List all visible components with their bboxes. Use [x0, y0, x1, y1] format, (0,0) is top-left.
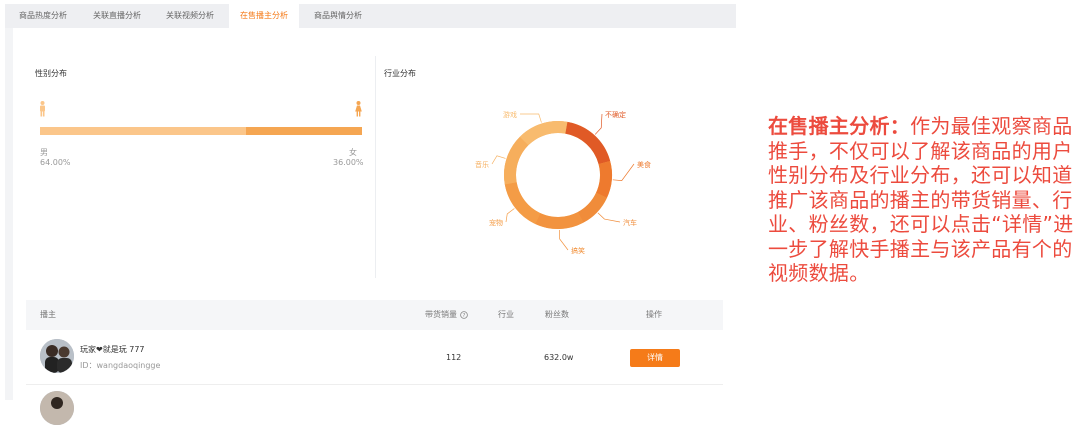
donut-slice [504, 136, 529, 185]
slice-label: 不确定 [605, 110, 626, 119]
svg-text:?: ? [463, 313, 466, 319]
male-share-bar [40, 127, 246, 135]
content-card: 性别分布 男 64.00% 女 36.00% 行业分布 不确定 美食 汽车 搞笑 宠物音 [13, 28, 736, 425]
female-share-bar [246, 127, 362, 135]
question-circle-icon[interactable]: ? [460, 311, 468, 319]
donut-slice [595, 161, 612, 198]
section-divider [375, 56, 376, 278]
tab-related-video[interactable]: 关联视频分析 [154, 4, 226, 28]
donut-slice [535, 211, 584, 229]
slice-callout-line [594, 113, 603, 135]
table-row: 玩家❤就是玩 777 ID：wangdaoqingge 112 632.0w 详… [26, 330, 723, 385]
donut-slice [504, 181, 541, 224]
slice-label: 游戏 [503, 110, 517, 119]
anchor-sales: 112 [446, 353, 462, 362]
header-industry: 行业 [498, 310, 514, 319]
header-action: 操作 [646, 310, 662, 319]
header-anchor: 播主 [40, 310, 56, 319]
description-heading: 在售播主分析： [768, 114, 911, 138]
analysis-panel: 商品热度分析 关联直播分析 关联视频分析 在售播主分析 商品舆情分析 性别分布 … [5, 4, 736, 425]
tab-related-live[interactable]: 关联直播分析 [81, 4, 153, 28]
slice-callout-line [612, 163, 635, 181]
male-percent: 64.00% [40, 158, 71, 167]
slice-label: 音乐 [475, 160, 489, 169]
anchor-id: ID：wangdaoqingge [80, 361, 161, 370]
anchor-fans: 632.0w [544, 353, 574, 362]
slice-label: 美食 [637, 160, 651, 169]
slice-callout-line [597, 212, 621, 223]
tab-product-sentiment[interactable]: 商品舆情分析 [302, 4, 374, 28]
industry-donut-chart: 不确定美食汽车搞笑 宠物 音乐 游戏 [425, 88, 725, 288]
female-label: 女 [349, 148, 357, 157]
female-person-icon [355, 101, 362, 117]
header-sales: 带货销量 [425, 310, 457, 319]
description-body: 作为最佳观察商品推手，不仅可以了解该商品的用户性别分布及行业分布，还可以知道推广… [768, 114, 1074, 285]
slice-label: 宠物 [489, 218, 503, 227]
gender-section-title: 性别分布 [35, 69, 67, 78]
male-label: 男 [40, 148, 48, 157]
slice-callout-line [491, 155, 506, 165]
female-percent: 36.00% [333, 158, 364, 167]
feature-description: 在售播主分析：作为最佳观察商品推手，不仅可以了解该商品的用户性别分布及行业分布，… [768, 114, 1074, 286]
detail-button[interactable]: 详情 [630, 349, 680, 367]
tab-product-heat[interactable]: 商品热度分析 [9, 4, 77, 28]
slice-label: 汽车 [623, 218, 637, 227]
donut-slice [519, 121, 568, 146]
donut-slice [577, 192, 607, 223]
table-header: 播主 带货销量 ? 行业 粉丝数 操作 [26, 300, 723, 330]
tab-selling-anchor[interactable]: 在售播主分析 [229, 4, 299, 28]
slice-callout-line [559, 229, 569, 251]
avatar[interactable] [40, 391, 74, 425]
slice-label: 搞笑 [571, 246, 585, 255]
tab-bar: 商品热度分析 关联直播分析 关联视频分析 在售播主分析 商品舆情分析 [5, 4, 736, 28]
table-row [26, 385, 723, 425]
male-person-icon [40, 101, 45, 117]
slice-callout-line [505, 208, 515, 223]
anchor-name[interactable]: 玩家❤就是玩 777 [80, 344, 145, 355]
header-fans: 粉丝数 [545, 310, 569, 319]
donut-slice [565, 121, 611, 165]
avatar[interactable] [40, 339, 74, 373]
slice-callout-line [519, 113, 542, 123]
industry-section-title: 行业分布 [384, 69, 416, 78]
